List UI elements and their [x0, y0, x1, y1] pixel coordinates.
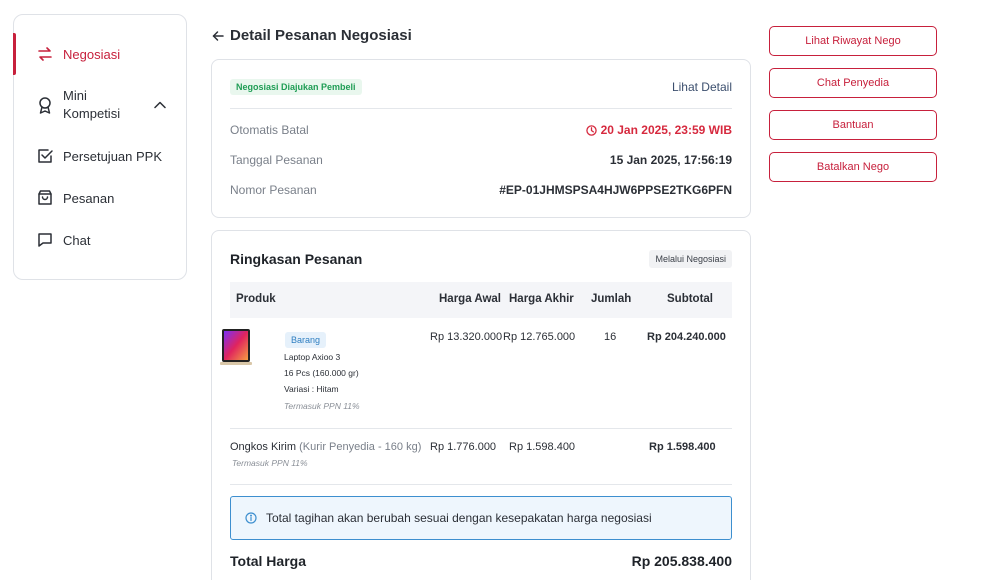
checkbox-icon	[36, 147, 54, 165]
table-header: Produk Harga Awal Harga Akhir Jumlah Sub…	[230, 282, 732, 318]
sidebar-item-label: Mini Kompetisi	[63, 88, 121, 121]
shipping-initial-price: Rp 1.776.000	[430, 441, 497, 453]
chat-provider-button[interactable]: Chat Penyedia	[769, 68, 937, 98]
order-date-label: Tanggal Pesanan	[230, 153, 323, 167]
cancel-negotiation-button[interactable]: Batalkan Nego	[769, 152, 937, 182]
sidebar-item-label: Pesanan	[63, 190, 115, 206]
auto-cancel-value: 20 Jan 2025, 23:59 WIB	[600, 123, 732, 137]
initial-price: Rp 13.320.000	[430, 331, 503, 343]
shipping-subtotal: Rp 1.598.400	[649, 441, 716, 453]
total-label: Total Harga	[230, 553, 306, 569]
info-alert: Total tagihan akan berubah sesuai dengan…	[230, 496, 732, 540]
order-number-row: Nomor Pesanan #EP-01JHMSPSA4HJW6PPSE2TKG…	[230, 183, 732, 197]
shipping-label-wrap: Ongkos Kirim (Kurir Penyedia - 160 kg)	[230, 441, 421, 453]
laptop-image	[220, 329, 252, 367]
sidebar-item-mini-kompetisi[interactable]: Mini Kompetisi	[14, 75, 186, 135]
total-row: Total Harga Rp 205.838.400	[230, 553, 732, 569]
product-qty-weight: 16 Pcs (160.000 gr)	[284, 368, 359, 378]
help-button[interactable]: Bantuan	[769, 110, 937, 140]
sidebar-item-persetujuan-ppk[interactable]: Persetujuan PPK	[14, 135, 186, 177]
chevron-up-icon[interactable]	[154, 97, 166, 112]
column-header: Harga Akhir	[509, 293, 574, 305]
product-variant: Variasi : Hitam	[284, 384, 339, 394]
sidebar-item-label: Persetujuan PPK	[63, 148, 163, 164]
sidebar-item-label: Chat	[63, 232, 91, 248]
award-ribbon-icon	[36, 96, 54, 114]
clock-icon	[585, 124, 597, 136]
order-date-row: Tanggal Pesanan 15 Jan 2025, 17:56:19	[230, 153, 732, 167]
divider	[230, 428, 732, 429]
shopping-bag-icon	[36, 189, 54, 207]
summary-title: Ringkasan Pesanan	[230, 251, 363, 267]
order-info-card: Negosiasi Diajukan Pembeli Lihat Detail …	[211, 59, 751, 218]
divider	[230, 108, 732, 109]
page-title: Detail Pesanan Negosiasi	[230, 27, 412, 44]
view-detail-link[interactable]: Lihat Detail	[672, 80, 732, 94]
chat-bubble-icon	[36, 231, 54, 249]
order-number-value: #EP-01JHMSPSA4HJW6PPSE2TKG6PFN	[499, 183, 732, 197]
page-header: Detail Pesanan Negosiasi	[212, 27, 412, 44]
sidebar-item-chat[interactable]: Chat	[14, 219, 186, 261]
swap-arrows-icon	[36, 45, 54, 63]
final-price: Rp 12.765.000	[503, 331, 576, 343]
alert-text: Total tagihan akan berubah sesuai dengan…	[266, 511, 652, 525]
arrow-left-icon[interactable]	[212, 30, 224, 42]
order-number-label: Nomor Pesanan	[230, 183, 317, 197]
shipping-courier: (Kurir Penyedia - 160 kg)	[299, 441, 422, 453]
divider	[230, 484, 732, 485]
sidebar: Negosiasi Mini Kompetisi Persetujuan PPK…	[13, 14, 187, 280]
sidebar-item-negosiasi[interactable]: Negosiasi	[13, 33, 186, 75]
auto-cancel-value-wrap: 20 Jan 2025, 23:59 WIB	[585, 123, 732, 137]
column-header: Jumlah	[591, 293, 632, 305]
shipping-tax-note: Termasuk PPN 11%	[232, 458, 308, 468]
status-badge: Negosiasi Diajukan Pembeli	[230, 79, 362, 95]
column-header: Harga Awal	[439, 293, 501, 305]
order-date-value: 15 Jan 2025, 17:56:19	[609, 153, 732, 167]
column-header: Subtotal	[667, 293, 713, 305]
subtotal: Rp 204.240.000	[647, 331, 726, 343]
sidebar-item-label: Negosiasi	[63, 46, 121, 62]
quantity: 16	[604, 331, 617, 343]
sidebar-item-pesanan[interactable]: Pesanan	[14, 177, 186, 219]
auto-cancel-row: Otomatis Batal 20 Jan 2025, 23:59 WIB	[230, 123, 732, 137]
negotiation-badge: Melalui Negosiasi	[649, 250, 732, 268]
order-summary-card: Ringkasan Pesanan Melalui Negosiasi Prod…	[211, 230, 751, 580]
shipping-label: Ongkos Kirim	[230, 441, 297, 453]
auto-cancel-label: Otomatis Batal	[230, 123, 309, 137]
total-value: Rp 205.838.400	[631, 553, 732, 569]
shipping-final-price: Rp 1.598.400	[509, 441, 576, 453]
column-header: Produk	[236, 293, 276, 305]
product-tax-note: Termasuk PPN 11%	[284, 401, 360, 411]
info-icon	[245, 512, 257, 524]
view-negotiation-history-button[interactable]: Lihat Riwayat Nego	[769, 26, 937, 56]
product-type-badge: Barang	[285, 332, 327, 348]
product-name: Laptop Axioo 3	[284, 352, 341, 362]
